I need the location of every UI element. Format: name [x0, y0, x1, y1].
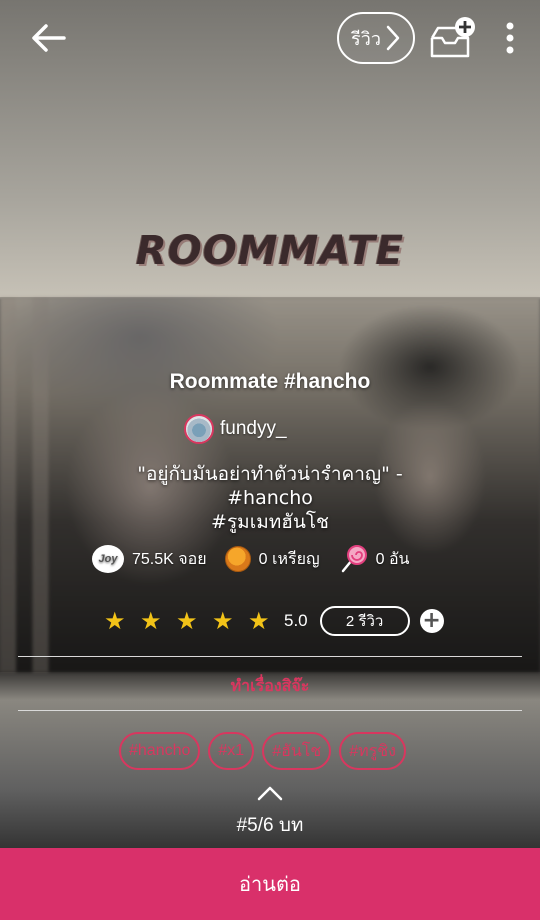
lollipop-count: 0 อัน [375, 550, 410, 568]
arrow-left-icon [32, 24, 66, 52]
rating-row: ★ ★ ★ ★ ★ 5.0 2 รีวิว + [104, 604, 444, 638]
more-options-button[interactable] [498, 18, 522, 58]
expand-button[interactable] [255, 782, 285, 804]
chevron-right-icon [386, 25, 400, 51]
star-icon: ★ [140, 607, 162, 635]
story-stats: Joy 75.5K จอย 0 เหรียญ 0 อัน [92, 542, 409, 576]
add-review-button[interactable]: + [419, 609, 444, 633]
avatar[interactable] [184, 414, 214, 444]
star-icon: ★ [176, 607, 198, 635]
cover-logo-text: ROOMMATE [135, 228, 405, 274]
back-button[interactable] [28, 20, 68, 56]
rating-value: 5.0 [284, 611, 308, 630]
add-to-library-button[interactable] [428, 16, 476, 60]
coin-stat: 0 เหรียญ [224, 546, 320, 572]
star-icon: ★ [104, 607, 126, 635]
author-link[interactable]: fundyy_ [184, 412, 287, 446]
star-icon: ★ [248, 607, 270, 635]
divider [18, 656, 522, 657]
tag-chip[interactable]: #ฮันโช [262, 732, 332, 770]
story-description: "อยู่กับมันอย่าทำตัวน่ารำคาญ" - #hancho … [0, 462, 540, 534]
chevron-up-icon [257, 786, 283, 801]
star-icon: ★ [212, 607, 234, 635]
joy-icon: Joy [92, 545, 124, 573]
description-line: "อยู่กับมันอย่าทำตัวน่ารำคาญ" - [137, 463, 403, 485]
genre-link[interactable]: ทำเรื่องสิจ๊ะ [0, 674, 540, 699]
tag-chip[interactable]: #hancho [119, 732, 201, 770]
tag-chip[interactable]: #x1 [208, 732, 255, 770]
top-bar: รีวิว [0, 0, 540, 80]
review-button[interactable]: รีวิว [337, 12, 415, 64]
divider [18, 710, 522, 711]
review-button-label: รีวิว [351, 28, 381, 50]
coin-icon [224, 546, 251, 572]
joy-count: 75.5K จอย [132, 550, 207, 568]
joy-stat: Joy 75.5K จอย [92, 545, 207, 573]
tag-chip[interactable]: #ทรูชิง [339, 732, 406, 770]
description-line: #รูมเมทฮันโช [211, 511, 329, 533]
tag-list: #hancho #x1 #ฮันโช #ทรูชิง [119, 732, 406, 770]
episode-count: #5/6 บท [236, 815, 304, 836]
lollipop-stat: 0 อัน [338, 544, 410, 574]
more-vertical-icon [506, 22, 514, 54]
lollipop-icon [341, 545, 367, 573]
reviews-button[interactable]: 2 รีวิว [319, 606, 410, 636]
continue-reading-button[interactable]: อ่านต่อ [0, 848, 540, 920]
story-title: Roommate #hancho [169, 370, 371, 393]
coin-count: 0 เหรียญ [258, 550, 320, 568]
add-to-library-icon [430, 17, 475, 58]
description-line: #hancho [227, 487, 313, 509]
author-name: fundyy_ [220, 418, 287, 439]
